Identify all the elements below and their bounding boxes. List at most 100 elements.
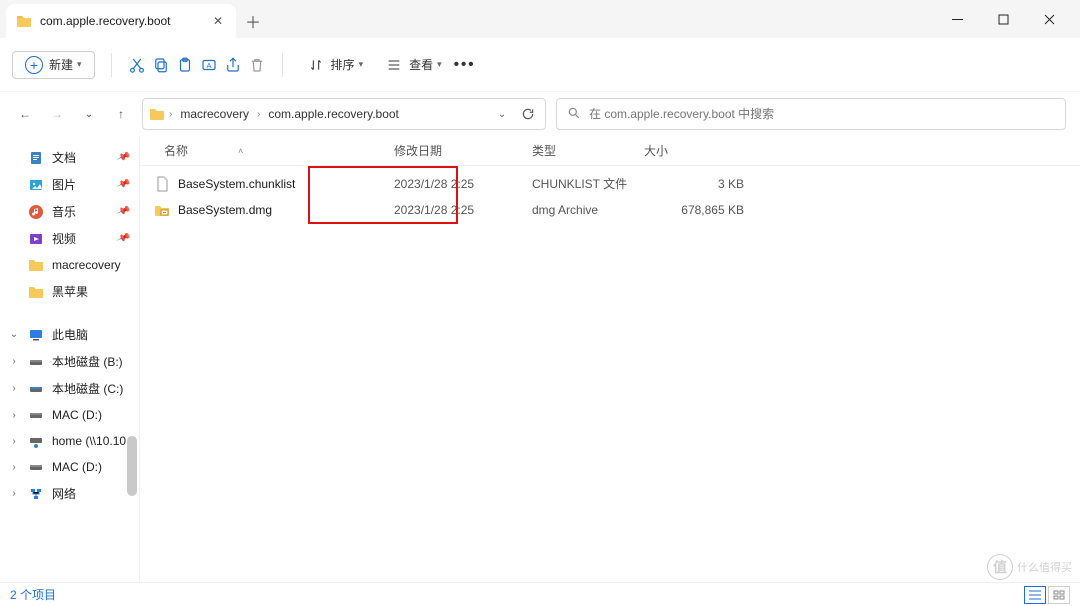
watermark: 值 什么值得买 xyxy=(987,554,1072,580)
maximize-button[interactable] xyxy=(980,3,1026,35)
col-date[interactable]: 修改日期 xyxy=(394,142,532,159)
chevron-right-icon: › xyxy=(169,109,172,120)
breadcrumb-seg[interactable]: com.apple.recovery.boot xyxy=(264,105,403,123)
separator xyxy=(111,53,112,77)
sidebar-item[interactable]: 图片 📌 xyxy=(4,171,135,198)
chevron-down-icon[interactable]: ⌄ xyxy=(8,329,20,340)
file-date: 2023/1/28 2:25 xyxy=(394,203,532,217)
chevron-right-icon[interactable]: › xyxy=(8,488,20,499)
sort-indicator-icon: ˄ xyxy=(238,146,243,156)
details-view-button[interactable] xyxy=(1024,586,1046,604)
toolbar: + 新建 ▾ A 排序 ▾ 查看 ▾ ••• xyxy=(0,38,1080,92)
sidebar-item[interactable]: 音乐📌 xyxy=(4,198,135,225)
col-type[interactable]: 类型 xyxy=(532,142,644,159)
up-button[interactable]: ↑ xyxy=(110,103,132,125)
view-icon xyxy=(385,56,403,74)
drive-icon xyxy=(28,354,44,370)
sidebar-drive[interactable]: ›本地磁盘 (C:) xyxy=(4,375,135,402)
separator xyxy=(282,53,283,77)
file-name: BaseSystem.chunklist xyxy=(178,177,295,191)
chevron-right-icon[interactable]: › xyxy=(8,410,20,421)
sidebar-item[interactable]: macrecovery xyxy=(4,252,135,278)
refresh-icon[interactable] xyxy=(517,103,539,125)
minimize-button[interactable] xyxy=(934,3,980,35)
sidebar-drive[interactable]: ›home (\\10.10 xyxy=(4,428,135,454)
sidebar-item-label: 本地磁盘 (B:) xyxy=(52,353,123,370)
sidebar-item-label: 音乐 xyxy=(52,203,76,220)
recent-chevron-icon[interactable]: ⌄ xyxy=(78,103,100,125)
copy-icon[interactable] xyxy=(152,56,170,74)
file-row[interactable]: BaseSystem.dmg2023/1/28 2:25dmg Archive6… xyxy=(140,197,1080,223)
search-input[interactable] xyxy=(589,107,1055,121)
new-button[interactable]: + 新建 ▾ xyxy=(12,51,95,79)
sidebar-drive[interactable]: ›MAC (D:) xyxy=(4,454,135,480)
network-icon xyxy=(28,486,44,502)
close-button[interactable] xyxy=(1026,3,1072,35)
file-row[interactable]: BaseSystem.chunklist 2023/1/28 2:25CHUNKL… xyxy=(140,170,1080,197)
col-size[interactable]: 大小 xyxy=(644,142,744,159)
pin-icon: 📌 xyxy=(115,177,130,192)
share-icon[interactable] xyxy=(224,56,242,74)
status-bar: 2 个项目 xyxy=(0,582,1080,606)
new-tab-button[interactable]: ＋ xyxy=(236,4,270,38)
sidebar-item[interactable]: 黑苹果 xyxy=(4,278,135,305)
file-date: 2023/1/28 2:25 xyxy=(394,177,532,191)
file-name: BaseSystem.dmg xyxy=(178,203,272,217)
music-icon xyxy=(28,204,44,220)
dmg-icon xyxy=(154,202,170,218)
column-headers: 名称 ˄ 修改日期 类型 大小 xyxy=(140,136,1080,166)
address-row: ← → ⌄ ↑ › macrecovery › com.apple.recove… xyxy=(0,92,1080,136)
pic-icon xyxy=(28,177,44,193)
netdrive-icon xyxy=(28,433,44,449)
icons-view-button[interactable] xyxy=(1048,586,1070,604)
sidebar-item-label: 此电脑 xyxy=(52,326,88,343)
main: 文档📌图片📌音乐📌视频📌macrecovery黑苹果 ⌄ 此电脑 ›本地磁盘 (… xyxy=(0,136,1080,582)
view-label: 查看 xyxy=(409,56,433,73)
sort-button[interactable]: 排序 ▾ xyxy=(299,50,372,80)
sidebar-item[interactable]: 视频📌 xyxy=(4,225,135,252)
sidebar-item-label: MAC (D:) xyxy=(52,408,102,422)
tab-current[interactable]: com.apple.recovery.boot ✕ xyxy=(6,4,236,38)
chevron-right-icon[interactable]: › xyxy=(8,436,20,447)
sidebar-item-label: 网络 xyxy=(52,485,76,502)
paste-icon[interactable] xyxy=(176,56,194,74)
chevron-right-icon[interactable]: › xyxy=(8,462,20,473)
more-icon[interactable]: ••• xyxy=(456,56,474,74)
sidebar-drive[interactable]: › MAC (D:) xyxy=(4,402,135,428)
breadcrumb-dropdown-icon[interactable]: ⌄ xyxy=(491,103,513,125)
back-button[interactable]: ← xyxy=(14,103,36,125)
forward-button[interactable]: → xyxy=(46,103,68,125)
new-label: 新建 xyxy=(49,56,73,73)
col-name[interactable]: 名称 ˄ xyxy=(154,142,394,159)
delete-icon[interactable] xyxy=(248,56,266,74)
sidebar-item[interactable]: 文档 📌 xyxy=(4,144,135,171)
sidebar-drive[interactable]: › 本地磁盘 (B:) xyxy=(4,348,135,375)
file-icon xyxy=(154,176,170,192)
breadcrumb[interactable]: › macrecovery › com.apple.recovery.boot … xyxy=(142,98,546,130)
sidebar-item-label: 图片 xyxy=(52,176,76,193)
folder-icon xyxy=(28,257,44,273)
pin-icon: 📌 xyxy=(115,150,130,165)
sort-icon xyxy=(307,56,325,74)
rename-icon[interactable]: A xyxy=(200,56,218,74)
tab-close-icon[interactable]: ✕ xyxy=(210,13,226,29)
sidebar-item-label: 黑苹果 xyxy=(52,283,88,300)
chevron-right-icon[interactable]: › xyxy=(8,383,20,394)
drive-icon xyxy=(28,407,44,423)
sidebar-item-label: 文档 xyxy=(52,149,76,166)
window-controls xyxy=(934,0,1080,38)
cut-icon[interactable] xyxy=(128,56,146,74)
scrollbar-thumb[interactable] xyxy=(127,436,137,496)
sidebar-item-label: macrecovery xyxy=(52,258,121,272)
sidebar-drive[interactable]: › 网络 xyxy=(4,480,135,507)
breadcrumb-seg[interactable]: macrecovery xyxy=(176,105,253,123)
view-button[interactable]: 查看 ▾ xyxy=(377,50,450,80)
sidebar-this-pc[interactable]: ⌄ 此电脑 xyxy=(4,321,135,348)
search-icon xyxy=(567,106,581,123)
search-box[interactable] xyxy=(556,98,1066,130)
chevron-right-icon[interactable]: › xyxy=(8,356,20,367)
file-type: CHUNKLIST 文件 xyxy=(532,175,644,192)
doc-icon xyxy=(28,150,44,166)
folder-icon xyxy=(16,13,32,29)
item-count: 2 个项目 xyxy=(10,586,56,603)
